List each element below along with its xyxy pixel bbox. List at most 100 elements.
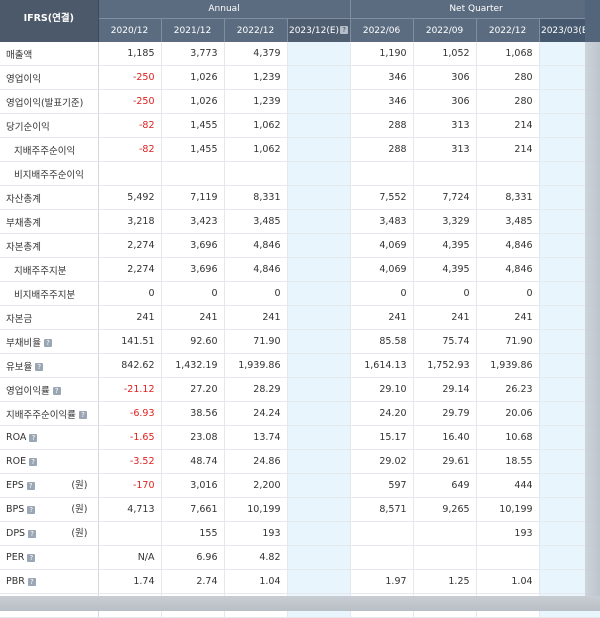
table-cell [287, 449, 351, 474]
info-icon[interactable]: ? [29, 457, 38, 466]
table-cell: 0 [161, 281, 225, 306]
table-cell: 75.74 [413, 329, 477, 354]
table-cell [287, 137, 351, 162]
table-cell: 29.10 [350, 377, 414, 402]
table-cell: 193 [224, 521, 288, 546]
info-icon[interactable]: ? [28, 529, 37, 538]
row-label[interactable]: EPS? (원) [0, 473, 99, 498]
row-label[interactable]: BPS? (원) [0, 497, 99, 522]
row-label-text: ROE [6, 456, 27, 467]
table-cell: 7,552 [350, 185, 414, 210]
row-label[interactable]: PER? [0, 545, 99, 570]
row-label: 지배주주순이익 [0, 137, 99, 162]
table-cell: 597 [350, 473, 414, 498]
row-label: 자본금 [0, 305, 99, 330]
table-cell: 346 [350, 65, 414, 90]
table-cell [350, 521, 414, 546]
info-icon[interactable]: ? [43, 339, 52, 347]
table-cell [287, 161, 351, 186]
table-cell [287, 305, 351, 330]
row-label: 영업이익(발표기준) [0, 89, 99, 114]
table-row: 자본금 241 241 241 241 241 241 [0, 305, 600, 330]
table-cell: 71.90 [476, 329, 540, 354]
table-cell: 241 [413, 305, 477, 330]
period-header[interactable]: 2020/12 [98, 18, 162, 42]
table-cell: 10.68 [476, 425, 540, 450]
info-icon[interactable]: ? [27, 553, 36, 562]
table-cell: 38.56 [161, 401, 225, 426]
row-label[interactable]: 부채비율? [0, 329, 99, 354]
row-label[interactable]: 영업이익률? [0, 377, 99, 402]
table-row: 지배주주순이익률? -6.93 38.56 24.24 24.20 29.79 20.06 [0, 401, 600, 426]
row-label-text: 영업이익(발표기준) [6, 97, 84, 109]
row-label[interactable]: ROA? [0, 425, 99, 450]
row-label[interactable]: 지배주주순이익률? [0, 401, 99, 426]
row-label: 영업이익 [0, 65, 99, 90]
table-row: PER? N/A 6.96 4.82 [0, 545, 600, 570]
table-row: 비지배주주지분 0 0 0 0 0 0 [0, 281, 600, 306]
info-icon[interactable]: ? [26, 481, 35, 490]
info-icon[interactable]: ? [29, 433, 38, 442]
period-header[interactable]: 2022/12 [476, 18, 540, 42]
table-cell: 241 [350, 305, 414, 330]
row-label[interactable]: PBR? [0, 569, 99, 594]
table-cell: 8,571 [350, 497, 414, 522]
table-cell: 313 [413, 113, 477, 138]
table-cell: -170 [98, 473, 162, 498]
table-row: 영업이익률? -21.12 27.20 28.29 29.10 29.14 26.23 [0, 377, 600, 402]
row-label-text: 영업이익 [6, 73, 41, 85]
row-label[interactable]: ROE? [0, 449, 99, 474]
row-label[interactable]: 유보율? [0, 353, 99, 378]
table-cell: 4,846 [476, 257, 540, 282]
table-cell: 280 [476, 65, 540, 90]
info-icon[interactable]: ? [340, 26, 349, 34]
table-row: 당기순이익 -82 1,455 1,062 288 313 214 [0, 113, 600, 138]
row-label: 부채총계 [0, 209, 99, 234]
table-row: PBR? 1.74 2.74 1.04 1.97 1.25 1.04 [0, 569, 600, 594]
table-cell: 1,062 [224, 113, 288, 138]
period-header[interactable]: 2022/09 [413, 18, 477, 42]
row-label[interactable]: DPS? (원) [0, 521, 99, 546]
info-icon[interactable]: ? [27, 505, 36, 514]
table-cell: 3,329 [413, 209, 477, 234]
table-cell: 4,846 [224, 233, 288, 258]
table-cell: 1,052 [413, 42, 477, 66]
row-label-text: DPS [6, 528, 26, 539]
table-row: 영업이익(발표기준) -250 1,026 1,239 346 306 280 [0, 89, 600, 114]
table-cell: 29.61 [413, 449, 477, 474]
table-cell [287, 353, 351, 378]
row-label-text: ROA [6, 432, 27, 443]
table-cell: 155 [161, 521, 225, 546]
unit-label: (원) [71, 528, 88, 539]
table-cell: 71.90 [224, 329, 288, 354]
table-cell: 92.60 [161, 329, 225, 354]
table-row: 매출액 1,185 3,773 4,379 1,190 1,052 1,068 [0, 42, 600, 66]
row-label: 매출액 [0, 42, 99, 66]
period-header-estimate[interactable]: 2023/12(E)? [287, 18, 351, 42]
table-cell: 842.62 [98, 353, 162, 378]
table-cell [413, 545, 477, 570]
period-header[interactable]: 2021/12 [161, 18, 225, 42]
row-label: 지배주주지분 [0, 257, 99, 282]
table-cell: 8,331 [476, 185, 540, 210]
table-row: 영업이익 -250 1,026 1,239 346 306 280 [0, 65, 600, 90]
table-cell: -250 [98, 89, 162, 114]
table-cell [287, 425, 351, 450]
info-icon[interactable]: ? [78, 411, 87, 419]
table-row: 비지배주주순이익 [0, 161, 600, 186]
table-cell: 2,274 [98, 257, 162, 282]
table-cell [287, 42, 351, 66]
info-icon[interactable]: ? [27, 577, 36, 586]
right-overlay-shade [585, 0, 600, 611]
row-label: 자본총계 [0, 233, 99, 258]
table-cell: 29.02 [350, 449, 414, 474]
table-cell: 141.51 [98, 329, 162, 354]
net-quarter-group-header: Net Quarter [350, 0, 600, 19]
info-icon[interactable]: ? [35, 363, 44, 371]
info-icon[interactable]: ? [52, 387, 61, 395]
period-header[interactable]: 2022/12 [224, 18, 288, 42]
table-cell [287, 377, 351, 402]
period-header[interactable]: 2022/06 [350, 18, 414, 42]
table-cell: 29.79 [413, 401, 477, 426]
table-cell [476, 545, 540, 570]
